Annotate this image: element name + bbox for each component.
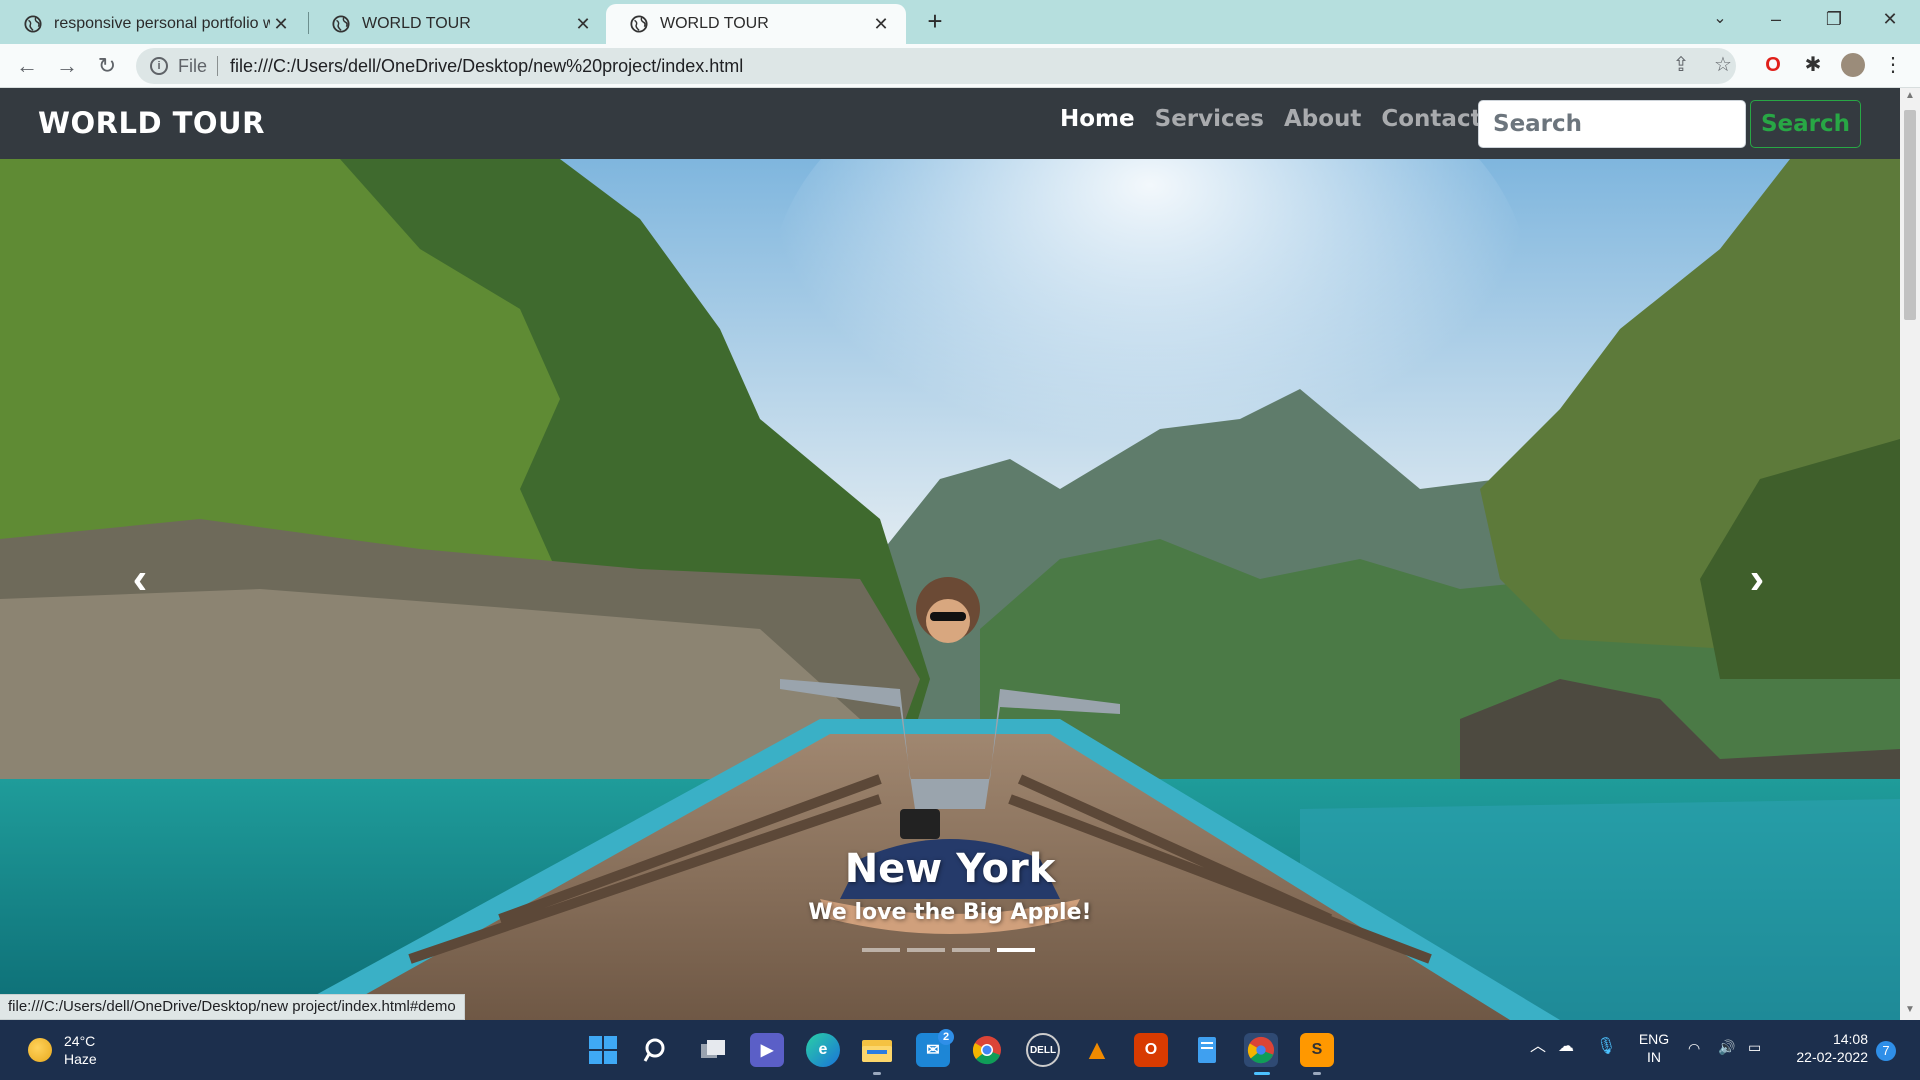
mail-badge: 2 xyxy=(938,1029,954,1045)
sublime-text-icon[interactable]: S xyxy=(1300,1033,1334,1067)
language-code: ENG xyxy=(1638,1031,1670,1047)
tab-title: WORLD TOUR xyxy=(660,15,769,32)
url-divider xyxy=(217,56,219,76)
url-text[interactable]: file:///C:/Users/dell/OneDrive/Desktop/n… xyxy=(230,56,743,77)
carousel-indicator[interactable] xyxy=(952,948,990,952)
close-tab-icon[interactable]: ✕ xyxy=(572,14,594,35)
search-button[interactable]: Search xyxy=(1750,100,1861,148)
reload-icon[interactable]: ↻ xyxy=(94,53,120,79)
url-scheme: File xyxy=(178,55,208,76)
teams-chat-icon[interactable]: ▶ xyxy=(750,1033,784,1067)
dell-icon[interactable]: DELL xyxy=(1026,1033,1060,1067)
tray-overflow-chevron-icon[interactable]: ︿ xyxy=(1530,1038,1546,1056)
bookmark-star-icon[interactable]: ☆ xyxy=(1710,52,1736,78)
region-code: IN xyxy=(1647,1049,1661,1065)
carousel-indicator[interactable] xyxy=(862,948,900,952)
clock[interactable]: 14:08 22-02-2022 xyxy=(1784,1030,1868,1066)
browser-tab-strip: responsive personal portfolio we ✕ WORLD… xyxy=(0,0,1920,44)
weather-sun-icon[interactable] xyxy=(28,1038,52,1062)
search-icon[interactable] xyxy=(640,1033,674,1067)
edge-icon[interactable]: e xyxy=(806,1033,840,1067)
new-tab-button[interactable]: + xyxy=(920,6,950,36)
page-scrollbar[interactable]: ▲ ▼ xyxy=(1900,88,1920,1020)
onedrive-icon[interactable]: ☁ xyxy=(1558,1038,1574,1056)
chrome-icon[interactable] xyxy=(970,1033,1004,1067)
carousel-indicator[interactable] xyxy=(907,948,945,952)
back-arrow-icon[interactable]: ← xyxy=(14,53,40,79)
scroll-up-icon[interactable]: ▲ xyxy=(1904,90,1916,102)
nav-link-services[interactable]: Services xyxy=(1155,106,1264,132)
close-tab-icon[interactable]: ✕ xyxy=(270,14,292,35)
nav-link-home[interactable]: Home xyxy=(1060,106,1135,132)
scroll-down-icon[interactable]: ▼ xyxy=(1904,1004,1916,1016)
notepad-icon[interactable] xyxy=(1190,1033,1224,1067)
tab-title: WORLD TOUR xyxy=(362,15,471,32)
language-indicator[interactable]: ENG IN xyxy=(1636,1030,1672,1066)
weather-widget[interactable]: 24°C Haze xyxy=(64,1032,97,1068)
browser-menu-icon[interactable]: ⋮ xyxy=(1880,52,1906,78)
mail-icon[interactable]: ✉ 2 xyxy=(916,1029,954,1067)
office-icon[interactable]: O xyxy=(1134,1033,1168,1067)
globe-icon xyxy=(630,15,648,33)
tab-title: responsive personal portfolio we xyxy=(54,15,270,32)
carousel-caption-text: We love the Big Apple! xyxy=(808,900,1092,925)
restore-button[interactable]: ❐ xyxy=(1806,0,1862,40)
browser-tab-world-tour-active[interactable]: WORLD TOUR ✕ xyxy=(606,4,906,44)
running-indicator xyxy=(1313,1072,1321,1075)
share-icon[interactable]: ⇪ xyxy=(1668,52,1694,78)
carousel-next-icon[interactable]: › xyxy=(1737,557,1777,601)
battery-icon[interactable]: ▭ xyxy=(1748,1038,1761,1056)
weather-condition: Haze xyxy=(64,1051,97,1067)
globe-icon xyxy=(24,15,42,33)
chrome-profile-icon-active[interactable] xyxy=(1244,1033,1278,1067)
wifi-icon[interactable]: ◠ xyxy=(1688,1039,1700,1057)
carousel-indicators xyxy=(862,948,1035,952)
microphone-icon[interactable]: 🎙 xyxy=(1596,1038,1616,1056)
running-indicator xyxy=(873,1072,881,1075)
forward-arrow-icon[interactable]: → xyxy=(54,53,80,79)
close-tab-icon[interactable]: ✕ xyxy=(870,14,892,35)
active-app-indicator xyxy=(1254,1072,1270,1075)
globe-icon xyxy=(332,15,350,33)
page-viewport: WORLD TOUR Home Services About Contacts … xyxy=(0,88,1900,1020)
browser-toolbar: ← → ↻ i File file:///C:/Users/dell/OneDr… xyxy=(0,44,1920,88)
browser-tab-world-tour[interactable]: WORLD TOUR ✕ xyxy=(308,4,608,44)
minimize-button[interactable]: – xyxy=(1748,0,1804,40)
opera-extension-icon[interactable]: O xyxy=(1760,52,1786,78)
browser-tab-portfolio[interactable]: responsive personal portfolio we ✕ xyxy=(0,4,306,44)
site-brand[interactable]: WORLD TOUR xyxy=(38,106,265,140)
address-bar[interactable]: i File file:///C:/Users/dell/OneDrive/De… xyxy=(136,48,1736,84)
task-view-icon[interactable] xyxy=(696,1033,730,1067)
windows-start-icon[interactable] xyxy=(586,1033,620,1067)
status-bar-url: file:///C:/Users/dell/OneDrive/Desktop/n… xyxy=(0,994,465,1020)
profile-avatar[interactable] xyxy=(1840,52,1866,78)
search-input[interactable] xyxy=(1478,100,1746,148)
nav-links: Home Services About Contacts xyxy=(1060,106,1495,132)
extensions-puzzle-icon[interactable]: ✱ xyxy=(1800,52,1826,78)
vlc-icon[interactable]: ▲ xyxy=(1080,1033,1114,1067)
carousel-indicator-active[interactable] xyxy=(997,948,1035,952)
file-explorer-icon[interactable] xyxy=(860,1033,894,1067)
volume-icon[interactable]: 🔊 xyxy=(1718,1038,1735,1056)
carousel-slide: ‹ › New York We love the Big Apple! xyxy=(0,159,1900,1020)
notification-badge[interactable]: 7 xyxy=(1876,1041,1896,1061)
tab-search-icon[interactable]: ⌄ xyxy=(1692,0,1748,40)
site-navbar: WORLD TOUR Home Services About Contacts … xyxy=(0,88,1900,159)
carousel-caption-title: New York xyxy=(844,846,1056,892)
clock-time: 14:08 xyxy=(1832,1031,1868,1047)
carousel-prev-icon[interactable]: ‹ xyxy=(120,557,160,601)
clock-date: 22-02-2022 xyxy=(1796,1049,1868,1065)
windows-taskbar: 24°C Haze ▶ e ✉ 2 DELL ▲ O S ︿ ☁ 🎙 ENG I… xyxy=(0,1020,1920,1080)
weather-temp: 24°C xyxy=(64,1033,96,1049)
nav-link-about[interactable]: About xyxy=(1284,106,1361,132)
close-window-button[interactable]: ✕ xyxy=(1862,0,1918,40)
scroll-thumb[interactable] xyxy=(1904,110,1916,320)
info-icon[interactable]: i xyxy=(150,57,168,75)
